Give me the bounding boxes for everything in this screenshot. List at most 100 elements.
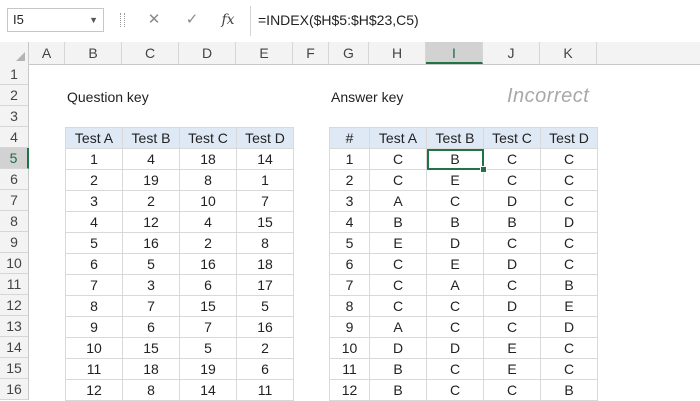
row-header-16[interactable]: 16 [0, 379, 28, 400]
table-cell[interactable]: 6 [122, 316, 180, 338]
row-header-12[interactable]: 12 [0, 295, 28, 316]
row-header-15[interactable]: 15 [0, 358, 28, 379]
table-cell[interactable]: A [369, 190, 427, 212]
column-header-b[interactable]: B [65, 42, 122, 64]
table-cell[interactable]: 10 [179, 190, 237, 212]
table-cell[interactable]: 3 [329, 190, 370, 212]
table-cell[interactable]: C [369, 169, 427, 191]
table-cell[interactable]: C [369, 295, 427, 317]
table-cell[interactable]: 18 [179, 148, 237, 170]
table-cell[interactable]: 5 [329, 232, 370, 254]
row-header-1[interactable]: 1 [0, 64, 28, 85]
table-cell[interactable]: C [426, 358, 484, 380]
table-cell[interactable]: 11 [236, 379, 294, 401]
table-cell[interactable]: E [483, 358, 541, 380]
table-cell[interactable]: 8 [329, 295, 370, 317]
table-cell[interactable]: 6 [329, 253, 370, 275]
table-cell[interactable]: C [483, 232, 541, 254]
column-header-f[interactable]: F [293, 42, 329, 64]
table-cell[interactable]: B [483, 211, 541, 233]
table-cell[interactable]: 7 [329, 274, 370, 296]
formula-input[interactable]: =INDEX($H$5:$H$23,C5) [258, 8, 419, 32]
column-header-d[interactable]: D [179, 42, 236, 64]
table-cell[interactable]: 7 [179, 316, 237, 338]
column-header-a[interactable]: A [29, 42, 65, 64]
column-header-e[interactable]: E [236, 42, 293, 64]
table-cell[interactable]: 15 [179, 295, 237, 317]
table-cell[interactable]: 2 [329, 169, 370, 191]
table-cell[interactable]: 9 [65, 316, 123, 338]
table-cell[interactable]: C [483, 148, 541, 170]
table-cell[interactable]: C [540, 190, 598, 212]
table-cell[interactable]: B [369, 358, 427, 380]
table-cell[interactable]: D [483, 295, 541, 317]
table-cell[interactable]: E [369, 232, 427, 254]
row-header-4[interactable]: 4 [0, 127, 28, 148]
table-cell[interactable]: 6 [236, 358, 294, 380]
table-cell[interactable]: 18 [236, 253, 294, 275]
table-cell[interactable]: E [540, 295, 598, 317]
table-cell[interactable]: C [369, 253, 427, 275]
table-cell[interactable]: 6 [65, 253, 123, 275]
table-cell[interactable]: C [426, 190, 484, 212]
table-cell[interactable]: C [426, 316, 484, 338]
table-cell[interactable]: 18 [122, 358, 180, 380]
table-cell[interactable]: C [540, 169, 598, 191]
enter-icon[interactable]: ✓ [178, 8, 206, 32]
table-cell[interactable]: D [426, 337, 484, 359]
table-cell[interactable]: 7 [236, 190, 294, 212]
column-header-h[interactable]: H [369, 42, 426, 64]
table-cell[interactable]: 4 [65, 211, 123, 233]
select-all-button[interactable] [0, 42, 29, 64]
column-heading[interactable]: Test C [179, 127, 237, 149]
table-cell[interactable]: 2 [179, 232, 237, 254]
table-cell[interactable]: 12 [122, 211, 180, 233]
table-cell[interactable]: 2 [236, 337, 294, 359]
table-cell[interactable]: D [483, 253, 541, 275]
table-cell[interactable]: 19 [179, 358, 237, 380]
insert-function-icon[interactable]: fx [214, 8, 242, 32]
column-header-i[interactable]: I [426, 42, 483, 64]
table-cell[interactable]: B [369, 211, 427, 233]
table-cell[interactable]: 8 [122, 379, 180, 401]
table-cell[interactable]: 1 [236, 169, 294, 191]
table-cell[interactable]: 10 [65, 337, 123, 359]
table-cell[interactable]: D [369, 337, 427, 359]
row-header-3[interactable]: 3 [0, 106, 28, 127]
column-heading[interactable]: Test D [540, 127, 598, 149]
table-cell[interactable]: B [540, 379, 598, 401]
table-cell[interactable]: 11 [329, 358, 370, 380]
table-cell[interactable]: 3 [65, 190, 123, 212]
table-cell[interactable]: 8 [236, 232, 294, 254]
row-header-8[interactable]: 8 [0, 211, 28, 232]
table-cell[interactable]: A [369, 316, 427, 338]
table-cell[interactable]: C [369, 148, 427, 170]
table-cell[interactable]: D [540, 316, 598, 338]
table-cell[interactable]: 7 [122, 295, 180, 317]
table-cell[interactable]: C [540, 148, 598, 170]
column-header-j[interactable]: J [483, 42, 540, 64]
resize-grip-icon[interactable] [120, 13, 125, 27]
column-heading[interactable]: # [329, 127, 370, 149]
table-cell[interactable]: C [540, 337, 598, 359]
table-cell[interactable]: 8 [65, 295, 123, 317]
table-cell[interactable]: 3 [122, 274, 180, 296]
table-cell[interactable]: 14 [179, 379, 237, 401]
row-header-2[interactable]: 2 [0, 85, 28, 106]
table-cell[interactable]: 16 [236, 316, 294, 338]
table-cell[interactable]: C [483, 169, 541, 191]
table-cell[interactable]: E [426, 253, 484, 275]
table-cell[interactable]: B [540, 274, 598, 296]
table-cell[interactable]: 7 [65, 274, 123, 296]
cancel-icon[interactable]: ✕ [140, 8, 168, 32]
table-cell[interactable]: 5 [179, 337, 237, 359]
name-box[interactable]: I5 ▼ [7, 8, 104, 32]
table-cell[interactable]: 10 [329, 337, 370, 359]
table-cell[interactable]: C [483, 379, 541, 401]
table-cell[interactable]: C [426, 379, 484, 401]
row-header-13[interactable]: 13 [0, 316, 28, 337]
table-cell[interactable]: 4 [122, 148, 180, 170]
chevron-down-icon[interactable]: ▼ [89, 9, 98, 31]
table-cell[interactable]: 5 [122, 253, 180, 275]
table-cell[interactable]: 6 [179, 274, 237, 296]
